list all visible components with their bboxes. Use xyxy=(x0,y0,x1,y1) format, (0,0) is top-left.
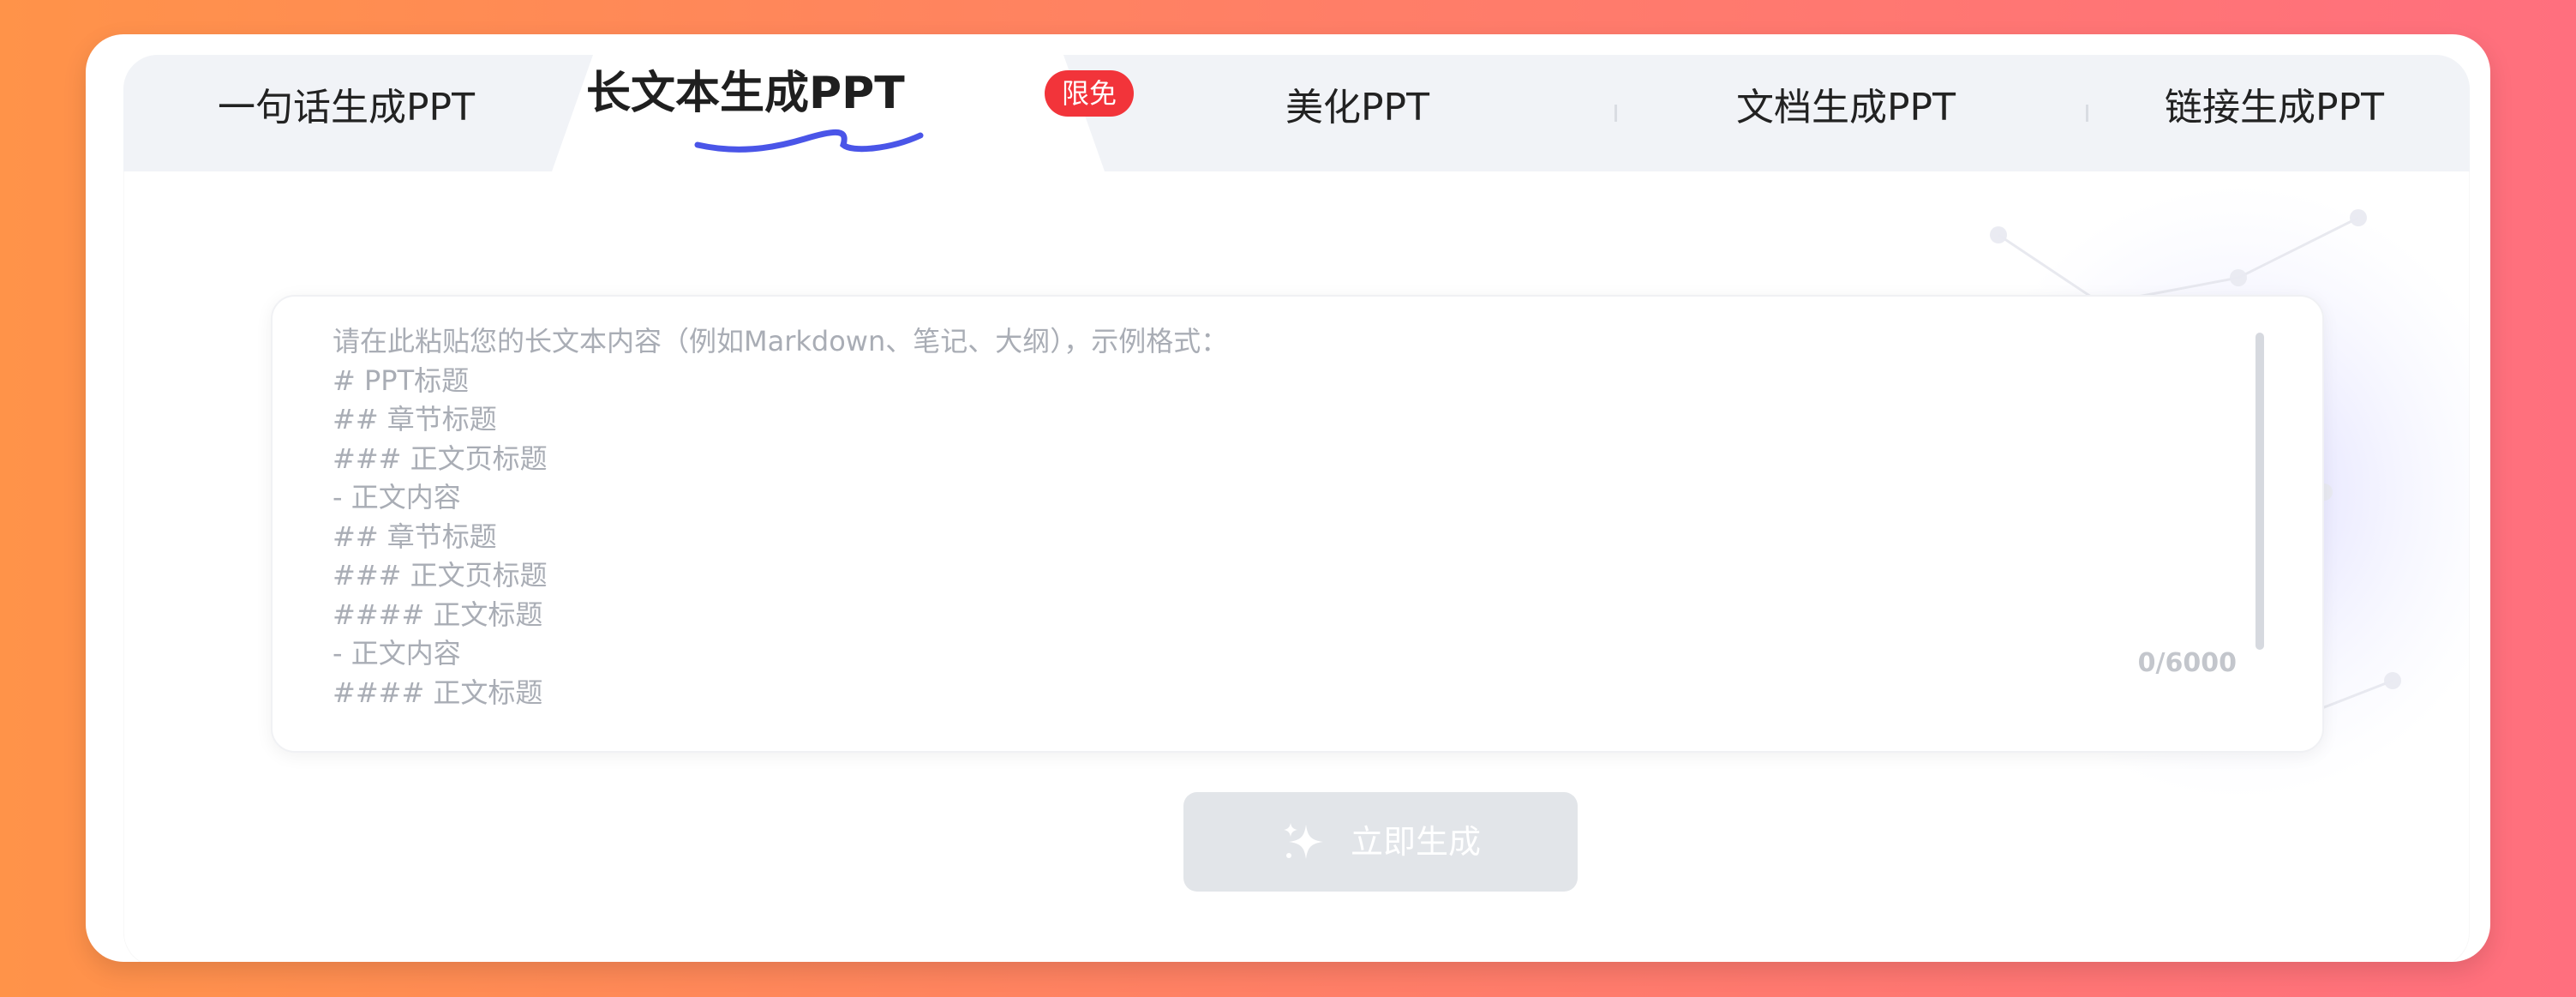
tab-bar: 一句话生成PPT 长文本生成PPT 限免 美化PPT 文档生成PPT 链接生成P… xyxy=(123,55,2470,171)
free-badge: 限免 xyxy=(1045,70,1135,117)
tab-label: 美化PPT xyxy=(1285,86,1429,129)
tab-divider xyxy=(1614,105,1617,122)
tab-label: 一句话生成PPT xyxy=(218,86,475,129)
tab-link[interactable]: 链接生成PPT xyxy=(2112,55,2437,171)
long-text-input[interactable]: 请在此粘贴您的长文本内容（例如Markdown、笔记、大纲），示例格式： # P… xyxy=(332,322,2218,734)
tab-divider xyxy=(2086,105,2088,122)
tab-label: 链接生成PPT xyxy=(2165,86,2384,129)
tab-one-sentence[interactable]: 一句话生成PPT xyxy=(209,55,483,171)
tab-long-text[interactable]: 长文本生成PPT xyxy=(552,55,1105,171)
char-counter: 0/6000 xyxy=(2137,648,2237,678)
sparkle-icon xyxy=(1283,822,1323,859)
editor-scrollbar[interactable] xyxy=(2255,333,2264,650)
generate-button[interactable]: 立即生成 xyxy=(1183,792,1578,892)
generate-button-label: 立即生成 xyxy=(1351,823,1482,861)
active-underline-squiggle xyxy=(694,129,924,153)
tab-label: 长文本生成PPT xyxy=(586,68,905,119)
long-text-editor[interactable]: 请在此粘贴您的长文本内容（例如Markdown、笔记、大纲），示例格式： # P… xyxy=(271,295,2324,753)
ppt-generator-panel: 一句话生成PPT 长文本生成PPT 限免 美化PPT 文档生成PPT 链接生成P… xyxy=(123,55,2470,962)
tab-document[interactable]: 文档生成PPT xyxy=(1640,55,2052,171)
tab-beautify[interactable]: 美化PPT xyxy=(1177,55,1537,171)
main-card: 一句话生成PPT 长文本生成PPT 限免 美化PPT 文档生成PPT 链接生成P… xyxy=(86,34,2490,962)
tab-label: 文档生成PPT xyxy=(1736,86,1956,129)
